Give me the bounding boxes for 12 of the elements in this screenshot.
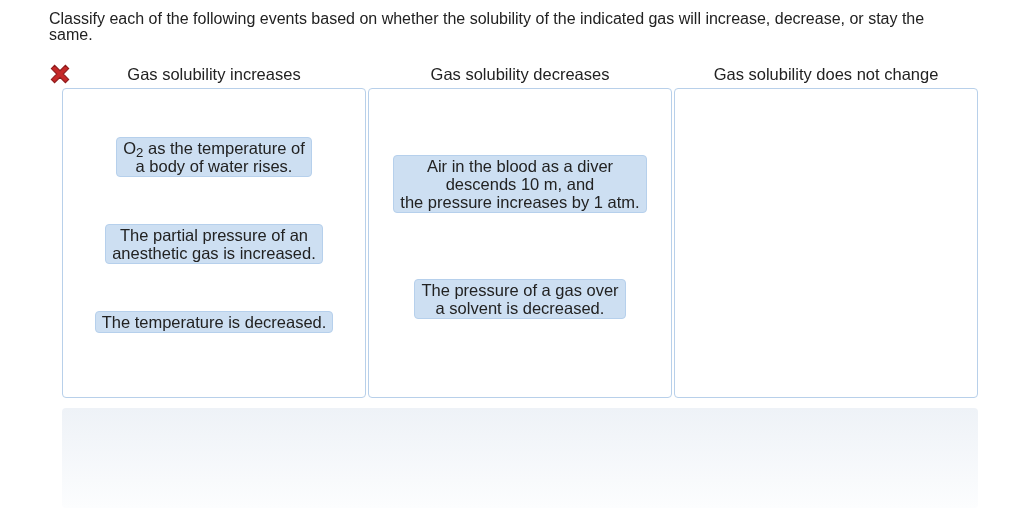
answer-card[interactable]: The partial pressure of an anesthetic gas is increased. bbox=[105, 224, 323, 264]
drop-zone[interactable]: O$_{2}$ as the temperature of a body of water rises. The partial pressure of an anesthetic gas is increased. The temperature is decreased. bbox=[62, 88, 366, 398]
answer-card[interactable]: The pressure of a gas over a solvent is decreased. bbox=[414, 279, 626, 319]
category-heading: Gas solubility decreases bbox=[430, 64, 610, 84]
drop-zone[interactable]: Air in the blood as a diver descends 10 m, and the pressure increases by 1 atm. The pressure of a gas over a solvent is decreased. bbox=[368, 88, 672, 398]
answer-card[interactable]: O$_{2}$ as the temperature of a body of water rises. bbox=[116, 137, 312, 177]
category-heading: Gas solubility does not change bbox=[713, 64, 939, 84]
answer-card[interactable]: Air in the blood as a diver descends 10 m, and the pressure increases by 1 atm. bbox=[393, 155, 647, 213]
answer-card[interactable]: The temperature is decreased. bbox=[94, 311, 334, 333]
drop-zone[interactable] bbox=[674, 88, 978, 398]
category-heading: Gas solubility increases bbox=[127, 64, 301, 84]
question-text: Classify each of the following events based on whether the solubility of the indicated gas will increase, decrease, or stay the same. bbox=[49, 11, 926, 43]
